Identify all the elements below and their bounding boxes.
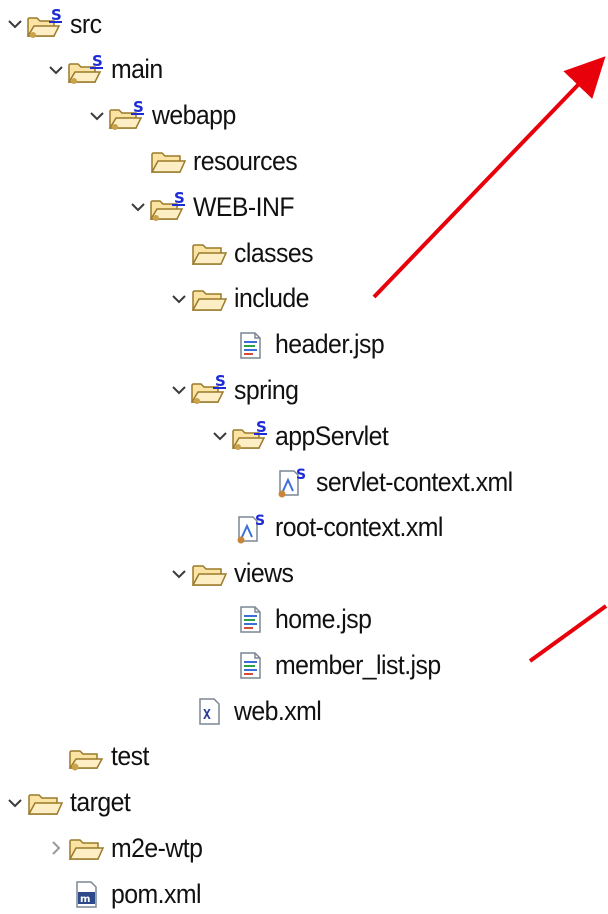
annotation-arrow-include	[372, 56, 606, 299]
annotation-arrow-member-list	[528, 604, 608, 663]
annotation-arrows	[372, 56, 608, 663]
